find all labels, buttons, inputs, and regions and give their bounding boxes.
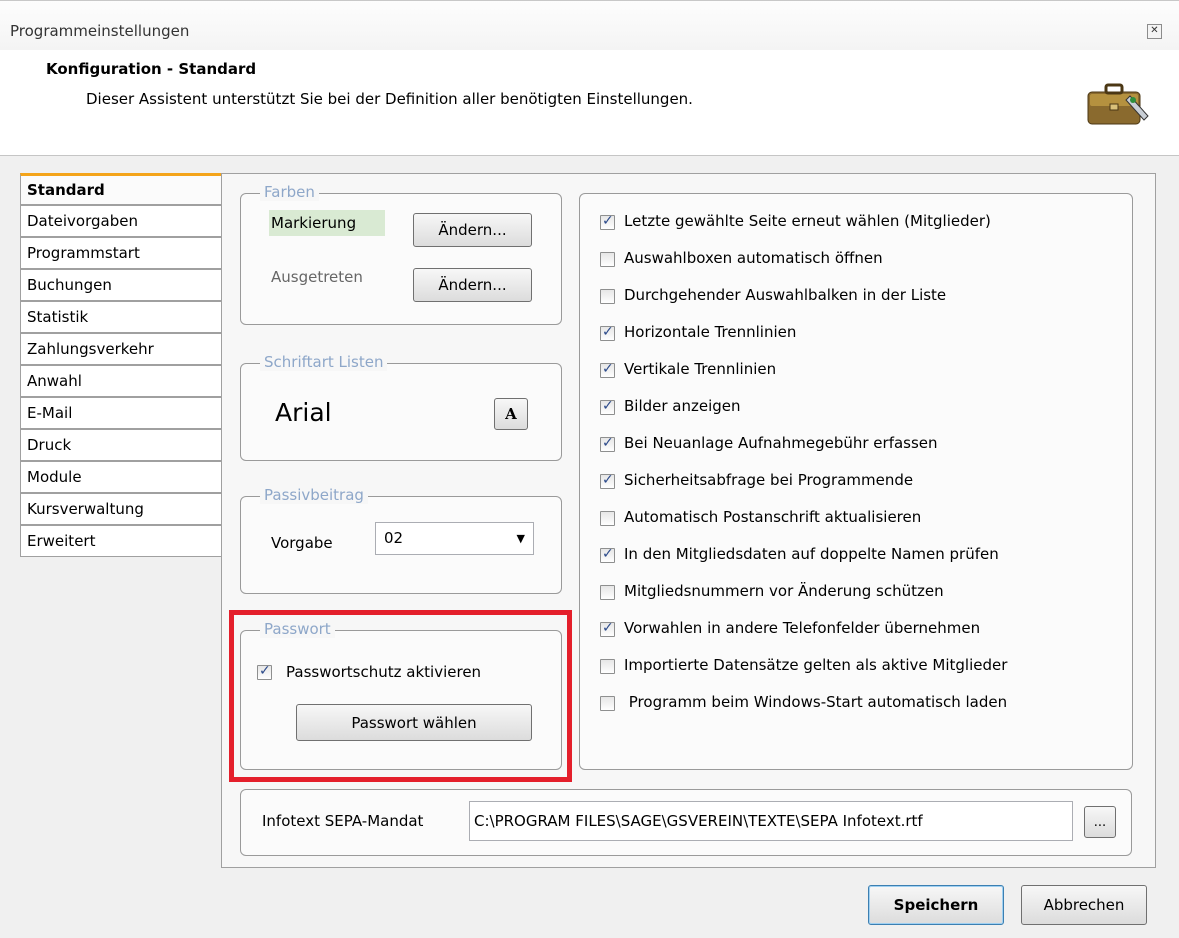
option-label: Vertikale Trennlinien: [624, 360, 777, 378]
close-icon: ✕: [1150, 25, 1159, 36]
tab-anwahl[interactable]: Anwahl: [20, 365, 222, 397]
briefcase-icon: [1087, 83, 1149, 125]
option-label: Durchgehender Auswahlbalken in der Liste: [624, 286, 947, 304]
tab-druck[interactable]: Druck: [20, 429, 222, 461]
option-checkbox[interactable]: [600, 289, 615, 304]
option-label: Bei Neuanlage Aufnahmegebühr erfassen: [624, 434, 938, 452]
tab-erweitert[interactable]: Erweitert: [20, 525, 222, 557]
tab-statistik[interactable]: Statistik: [20, 301, 222, 333]
ausgetreten-label: Ausgetreten: [271, 268, 363, 286]
schriftart-legend: Schriftart Listen: [260, 353, 388, 371]
tab-standard[interactable]: Standard: [20, 173, 223, 205]
ellipsis-icon: ...: [1093, 814, 1107, 830]
cancel-button[interactable]: Abbrechen: [1021, 885, 1147, 925]
markierung-label: Markierung: [269, 210, 385, 236]
change-markierung-button[interactable]: Ändern...: [413, 213, 532, 247]
change-ausgetreten-button[interactable]: Ändern...: [413, 268, 532, 302]
option-label: Letzte gewählte Seite erneut wählen (Mit…: [624, 212, 991, 230]
option-checkbox[interactable]: [600, 435, 615, 452]
passivbeitrag-legend: Passivbeitrag: [260, 486, 368, 504]
tab-label: Programmstart: [27, 244, 140, 262]
tab-label: Standard: [27, 181, 105, 199]
option-checkbox[interactable]: [600, 511, 615, 526]
tab-dateivorgaben[interactable]: Dateivorgaben: [20, 205, 222, 237]
page-subtitle: Dieser Assistent unterstützt Sie bei der…: [86, 90, 693, 108]
option-checkbox[interactable]: [600, 472, 615, 489]
option-checkbox[interactable]: [600, 213, 615, 230]
font-icon: A: [505, 405, 517, 423]
option-checkbox[interactable]: [600, 398, 615, 415]
option-checkbox[interactable]: [600, 361, 615, 378]
option-label: Mitgliedsnummern vor Änderung schützen: [624, 582, 944, 600]
save-button[interactable]: Speichern: [868, 885, 1004, 925]
option-checkbox[interactable]: [600, 252, 615, 267]
option-label: Bilder anzeigen: [624, 397, 741, 415]
option-label: Vorwahlen in andere Telefonfelder überne…: [624, 619, 981, 637]
tab-label: Zahlungsverkehr: [27, 340, 154, 358]
vorgabe-label: Vorgabe: [271, 534, 333, 552]
option-checkbox[interactable]: [600, 620, 615, 637]
page-title: Konfiguration - Standard: [46, 60, 257, 78]
option-label: Importierte Datensätze gelten als aktive…: [624, 656, 1008, 674]
option-label: Automatisch Postanschrift aktualisieren: [624, 508, 922, 526]
infotext-label: Infotext SEPA-Mandat: [262, 812, 424, 830]
farben-legend: Farben: [260, 183, 319, 201]
tab-label: E-Mail: [27, 404, 73, 422]
browse-button[interactable]: ...: [1084, 806, 1116, 838]
tab-programmstart[interactable]: Programmstart: [20, 237, 222, 269]
option-checkbox[interactable]: [600, 585, 615, 600]
font-preview: Arial: [275, 398, 332, 427]
tab-label: Statistik: [27, 308, 89, 326]
tab-label: Erweitert: [27, 532, 96, 550]
vorgabe-value: 02: [384, 529, 404, 547]
close-button[interactable]: ✕: [1147, 24, 1162, 39]
tab-label: Dateivorgaben: [27, 212, 138, 230]
option-checkbox[interactable]: [600, 659, 615, 674]
font-picker-button[interactable]: A: [494, 398, 528, 430]
tab-module[interactable]: Module: [20, 461, 222, 493]
tab-label: Module: [27, 468, 82, 486]
option-checkbox[interactable]: [600, 324, 615, 341]
tab-buchungen[interactable]: Buchungen: [20, 269, 222, 301]
tab-label: Kursverwaltung: [27, 500, 144, 518]
tab-zahlungsverkehr[interactable]: Zahlungsverkehr: [20, 333, 222, 365]
highlight-box: [229, 610, 572, 782]
infotext-path-input[interactable]: C:\PROGRAM FILES\SAGE\GSVEREIN\TEXTE\SEP…: [469, 801, 1073, 841]
tab-label: Buchungen: [27, 276, 112, 294]
option-label: Horizontale Trennlinien: [624, 323, 797, 341]
option-checkbox[interactable]: [600, 696, 615, 711]
vorgabe-select[interactable]: 02 ▼: [375, 522, 534, 555]
chevron-down-icon: ▼: [516, 532, 525, 545]
option-label: Auswahlboxen automatisch öffnen: [624, 249, 883, 267]
option-label: Programm beim Windows-Start automatisch …: [624, 693, 1008, 711]
tab-kursverwaltung[interactable]: Kursverwaltung: [20, 493, 222, 525]
option-checkbox[interactable]: [600, 546, 615, 563]
tab-label: Druck: [27, 436, 72, 454]
window-title: Programmeinstellungen: [10, 22, 190, 40]
tab-e-mail[interactable]: E-Mail: [20, 397, 222, 429]
option-label: In den Mitgliedsdaten auf doppelte Namen…: [624, 545, 999, 563]
tab-label: Anwahl: [27, 372, 82, 390]
option-label: Sicherheitsabfrage bei Programmende: [624, 471, 914, 489]
